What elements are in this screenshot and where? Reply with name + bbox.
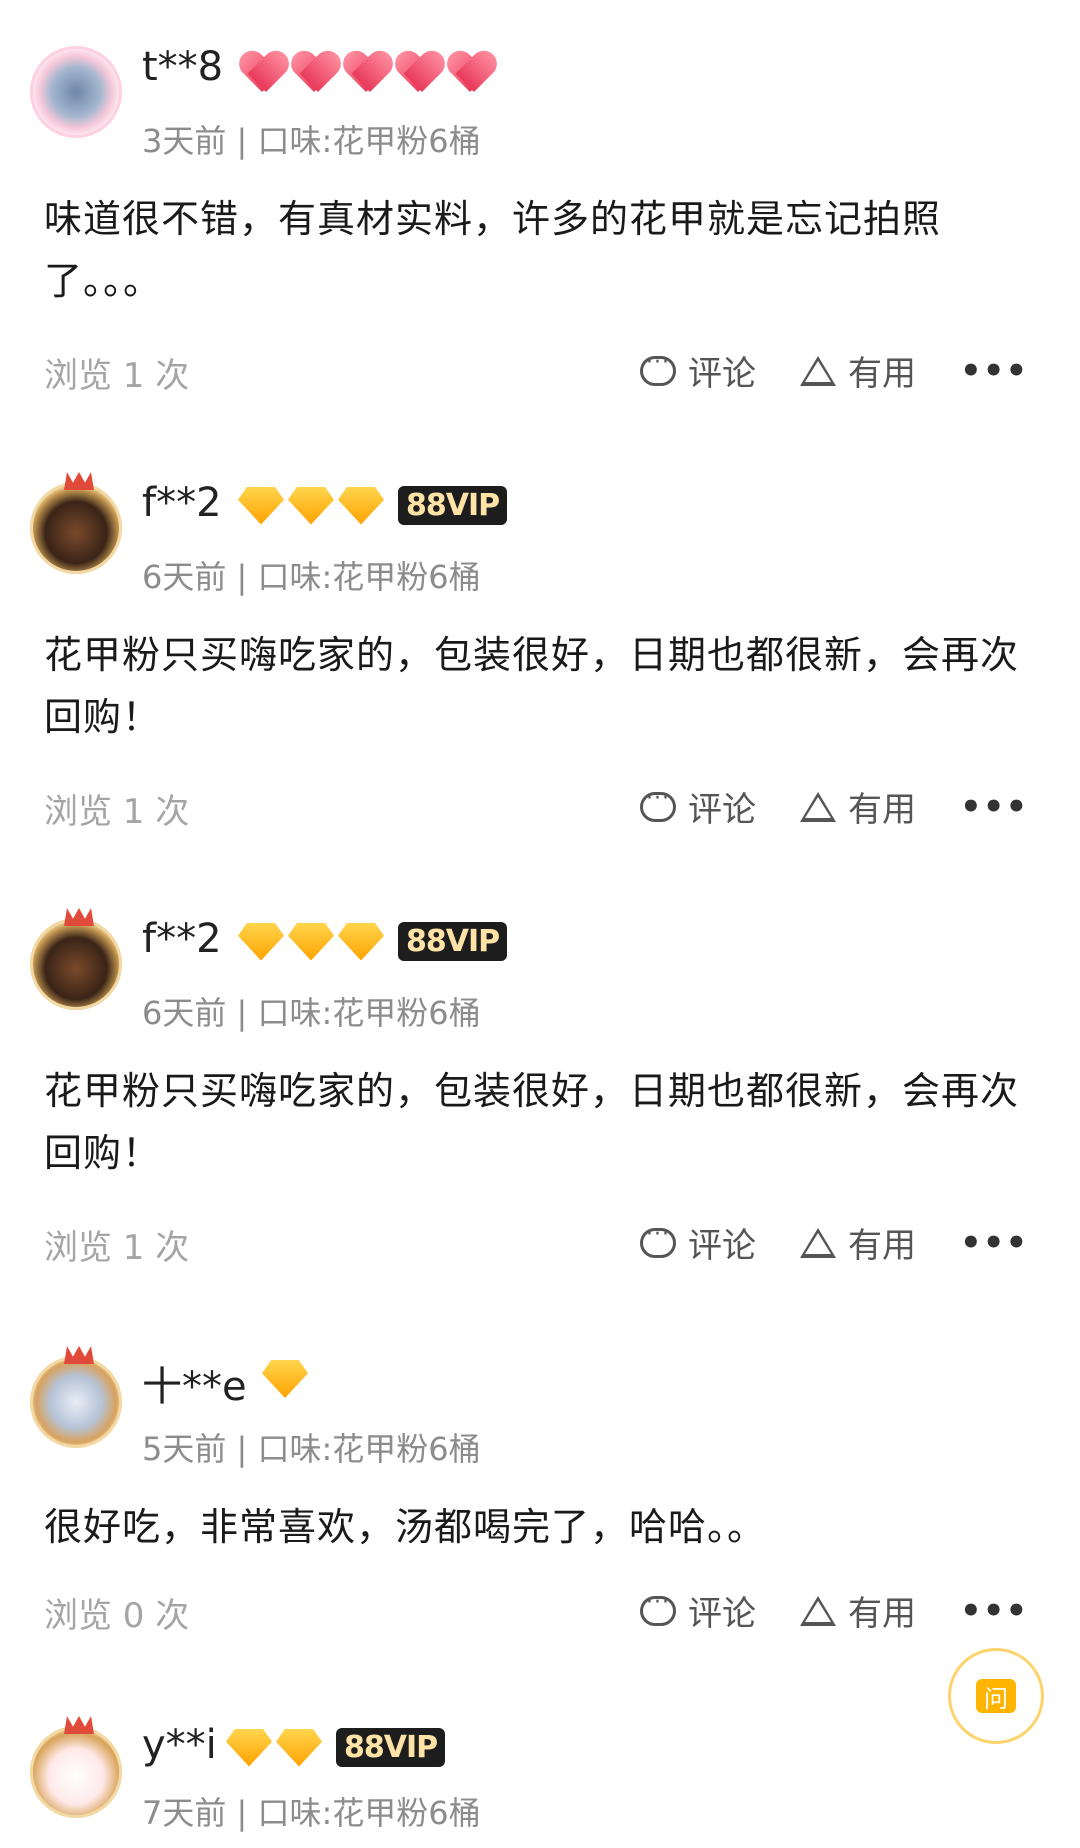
review-actions: 评论 有用 ••• — [640, 1218, 1028, 1267]
username[interactable]: f**2 — [142, 916, 222, 962]
user-level-badges: 88VIP — [238, 486, 508, 525]
comment-icon — [640, 1590, 676, 1626]
username[interactable]: y**i — [142, 1722, 217, 1768]
useful-label: 有用 — [848, 1226, 916, 1266]
ask-question-button[interactable]: 问 — [948, 1648, 1044, 1744]
useful-button[interactable]: 有用 — [800, 1586, 916, 1635]
comment-label: 评论 — [688, 354, 756, 394]
diamond-icon — [226, 1728, 272, 1767]
useful-label: 有用 — [848, 1594, 916, 1634]
review-text: 花甲粉只买嗨吃家的，包装很好，日期也都很新，会再次回购！ — [44, 633, 1020, 739]
crown-icon — [64, 1346, 94, 1364]
more-options-icon[interactable]: ••• — [960, 351, 1028, 391]
heart-icon — [448, 52, 496, 94]
comment-button[interactable]: 评论 — [640, 346, 756, 395]
avatar[interactable] — [30, 908, 122, 1010]
user-level-badges: 88VIP — [226, 1728, 446, 1767]
heart-icon — [396, 52, 444, 94]
review-meta: 3天前 | 口味:花甲粉6桶 — [142, 122, 481, 160]
vip-badge: 88VIP — [336, 1728, 446, 1767]
review-actions: 评论 有用 ••• — [640, 782, 1028, 831]
useful-label: 有用 — [848, 790, 916, 830]
avatar[interactable] — [30, 46, 122, 138]
crown-icon — [64, 472, 94, 490]
thumb-up-icon — [800, 1595, 836, 1626]
diamond-icon — [238, 922, 284, 961]
comment-label: 评论 — [688, 1226, 756, 1266]
username[interactable]: t**8 — [142, 44, 223, 90]
avatar[interactable] — [30, 472, 122, 574]
view-count: 浏览 0 次 — [44, 1596, 190, 1636]
vip-badge: 88VIP — [398, 486, 508, 525]
review-actions: 评论 有用 ••• — [640, 1586, 1028, 1635]
review-text: 花甲粉只买嗨吃家的，包装很好，日期也都很新，会再次回购！ — [44, 1069, 1020, 1175]
comment-label: 评论 — [688, 1594, 756, 1634]
user-level-badges — [262, 1360, 308, 1398]
more-options-icon[interactable]: ••• — [960, 1591, 1028, 1631]
more-options-icon[interactable]: ••• — [960, 787, 1028, 827]
ask-icon: 问 — [976, 1679, 1016, 1713]
user-level-badges — [240, 52, 496, 94]
useful-label: 有用 — [848, 354, 916, 394]
review-text: 很好吃，非常喜欢，汤都喝完了，哈哈。。 — [44, 1505, 767, 1549]
review-meta: 5天前 | 口味:花甲粉6桶 — [142, 1430, 481, 1468]
useful-button[interactable]: 有用 — [800, 346, 916, 395]
comment-icon — [640, 350, 676, 386]
view-count: 浏览 1 次 — [44, 792, 190, 832]
heart-icon — [292, 52, 340, 94]
username[interactable]: 十**e — [142, 1354, 247, 1412]
review-meta: 6天前 | 口味:花甲粉6桶 — [142, 994, 481, 1032]
diamond-icon — [288, 922, 334, 961]
diamond-icon — [238, 486, 284, 525]
useful-button[interactable]: 有用 — [800, 782, 916, 831]
comment-icon — [640, 1222, 676, 1258]
review-text: 味道很不错，有真材实料，许多的花甲就是忘记拍照了。。。 — [44, 197, 942, 303]
heart-icon — [240, 52, 288, 94]
thumb-up-icon — [800, 1227, 836, 1258]
view-count: 浏览 1 次 — [44, 356, 190, 396]
review-meta: 7天前 | 口味:花甲粉6桶 — [142, 1794, 481, 1832]
diamond-icon — [338, 922, 384, 961]
diamond-icon — [288, 486, 334, 525]
comment-icon — [640, 786, 676, 822]
avatar[interactable] — [30, 1716, 122, 1818]
diamond-icon — [262, 1360, 308, 1398]
review-meta: 6天前 | 口味:花甲粉6桶 — [142, 558, 481, 596]
thumb-up-icon — [800, 355, 836, 386]
crown-icon — [64, 908, 94, 926]
vip-badge: 88VIP — [398, 922, 508, 961]
comment-button[interactable]: 评论 — [640, 782, 756, 831]
comment-label: 评论 — [688, 790, 756, 830]
comment-button[interactable]: 评论 — [640, 1218, 756, 1267]
heart-icon — [344, 52, 392, 94]
comment-button[interactable]: 评论 — [640, 1586, 756, 1635]
username[interactable]: f**2 — [142, 480, 222, 526]
view-count: 浏览 1 次 — [44, 1228, 190, 1268]
more-options-icon[interactable]: ••• — [960, 1223, 1028, 1263]
diamond-icon — [338, 486, 384, 525]
avatar[interactable] — [30, 1346, 122, 1448]
user-level-badges: 88VIP — [238, 922, 508, 961]
thumb-up-icon — [800, 791, 836, 822]
diamond-icon — [276, 1728, 322, 1767]
useful-button[interactable]: 有用 — [800, 1218, 916, 1267]
crown-icon — [64, 1716, 94, 1734]
review-actions: 评论 有用 ••• — [640, 346, 1028, 395]
